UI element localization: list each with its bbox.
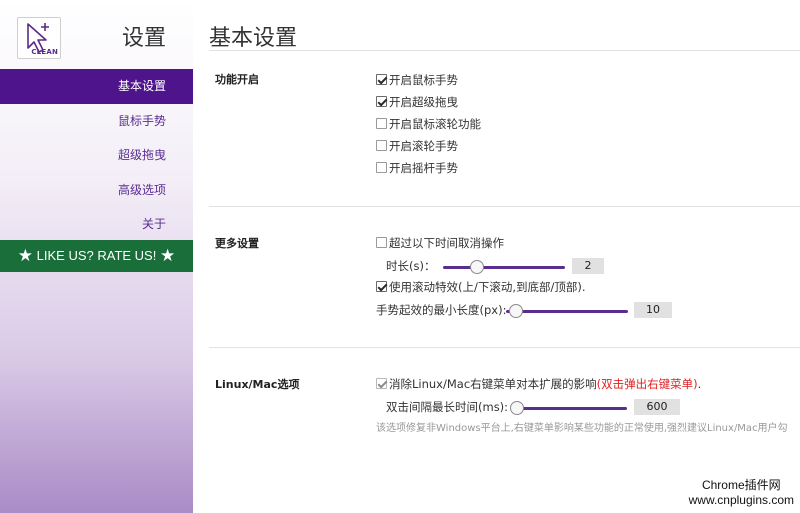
sidebar-title: 设置 [122, 26, 167, 51]
page-title: 基本设置 [209, 26, 298, 51]
checkbox[interactable] [376, 281, 387, 292]
option-super-drag[interactable]: 开启超级拖曳 [376, 94, 458, 110]
sidebar: CLEAN 设置 基本设置 鼠标手势 超级拖曳 高级选项 关于 ★ LIKE U… [0, 0, 193, 513]
sidebar-item-basic[interactable]: 基本设置 [0, 69, 193, 104]
checkbox[interactable] [376, 140, 387, 151]
option-label: 开启鼠标滚轮功能 [389, 117, 481, 131]
main-content: 基本设置 功能开启 开启鼠标手势 开启超级拖曳 开启鼠标滚轮功能 开启滚轮手势 … [193, 0, 800, 513]
watermark: Chrome插件网 www.cnplugins.com [689, 476, 794, 507]
app-logo: CLEAN [17, 17, 61, 59]
section-label-features: 功能开启 [215, 73, 259, 86]
sidebar-nav: 基本设置 鼠标手势 超级拖曳 高级选项 关于 [0, 69, 193, 242]
option-rocker-gesture[interactable]: 开启摇杆手势 [376, 160, 458, 176]
double-click-slider-thumb[interactable] [509, 401, 524, 415]
option-timeout-cancel[interactable]: 超过以下时间取消操作 [376, 235, 504, 251]
rate-us-button[interactable]: ★ LIKE US? RATE US! ★ [0, 240, 193, 272]
option-label: 使用滚动特效(上/下滚动,到底部/顶部). [389, 280, 586, 294]
option-label: 超过以下时间取消操作 [389, 236, 504, 250]
checkbox[interactable] [376, 237, 387, 248]
linux-option-note: 该选项修复非Windows平台上,右键菜单影响某些功能的正常使用,强烈建议Lin… [376, 423, 788, 434]
sidebar-item-advanced[interactable]: 高级选项 [0, 173, 193, 208]
option-linux-menu-fix[interactable]: 消除Linux/Mac右键菜单对本扩展的影响(双击弹出右键菜单). [376, 376, 701, 392]
sidebar-item-about[interactable]: 关于 [0, 207, 193, 242]
option-highlight: (双击弹出右键菜单) [596, 377, 698, 391]
duration-slider-track[interactable] [443, 266, 565, 269]
star-icon: ★ [17, 246, 34, 265]
option-label: 开启鼠标手势 [389, 73, 458, 87]
checkbox[interactable] [376, 378, 387, 389]
section-label-linux: Linux/Mac选项 [215, 378, 300, 391]
option-label: 开启滚轮手势 [389, 139, 458, 153]
option-smooth-scroll[interactable]: 使用滚动特效(上/下滚动,到底部/顶部). [376, 279, 586, 295]
min-length-slider-thumb[interactable] [508, 304, 523, 318]
option-label: 开启超级拖曳 [389, 95, 458, 109]
duration-value: 2 [572, 258, 604, 274]
section-divider [209, 347, 800, 348]
checkbox[interactable] [376, 74, 387, 85]
section-label-more: 更多设置 [215, 237, 259, 250]
double-click-slider-track[interactable] [511, 407, 627, 410]
section-divider [209, 206, 800, 207]
option-wheel-function[interactable]: 开启鼠标滚轮功能 [376, 116, 481, 132]
min-length-value: 10 [634, 302, 672, 318]
min-length-label: 手势起效的最小长度(px): [376, 303, 507, 317]
option-wheel-gesture[interactable]: 开启滚轮手势 [376, 138, 458, 154]
checkbox[interactable] [376, 118, 387, 129]
logo-text: CLEAN [31, 48, 58, 56]
double-click-value: 600 [634, 399, 680, 415]
watermark-line1: Chrome插件网 [701, 478, 781, 492]
watermark-line2: www.cnplugins.com [688, 493, 794, 507]
min-length-slider-track[interactable] [506, 310, 628, 313]
checkbox[interactable] [376, 162, 387, 173]
star-icon: ★ [159, 246, 176, 265]
double-click-label: 双击间隔最长时间(ms): [386, 400, 509, 414]
option-mouse-gesture[interactable]: 开启鼠标手势 [376, 72, 458, 88]
option-suffix: . [697, 377, 702, 391]
rate-us-label: LIKE US? RATE US! [36, 248, 157, 263]
title-divider [209, 50, 800, 51]
option-label: 消除Linux/Mac右键菜单对本扩展的影响 [389, 377, 597, 391]
duration-label: 时长(s)： [386, 259, 436, 273]
checkbox[interactable] [376, 96, 387, 107]
sidebar-item-super-drag[interactable]: 超级拖曳 [0, 138, 193, 173]
option-label: 开启摇杆手势 [389, 161, 458, 175]
sidebar-item-mouse-gesture[interactable]: 鼠标手势 [0, 104, 193, 139]
duration-slider-thumb[interactable] [470, 260, 485, 274]
